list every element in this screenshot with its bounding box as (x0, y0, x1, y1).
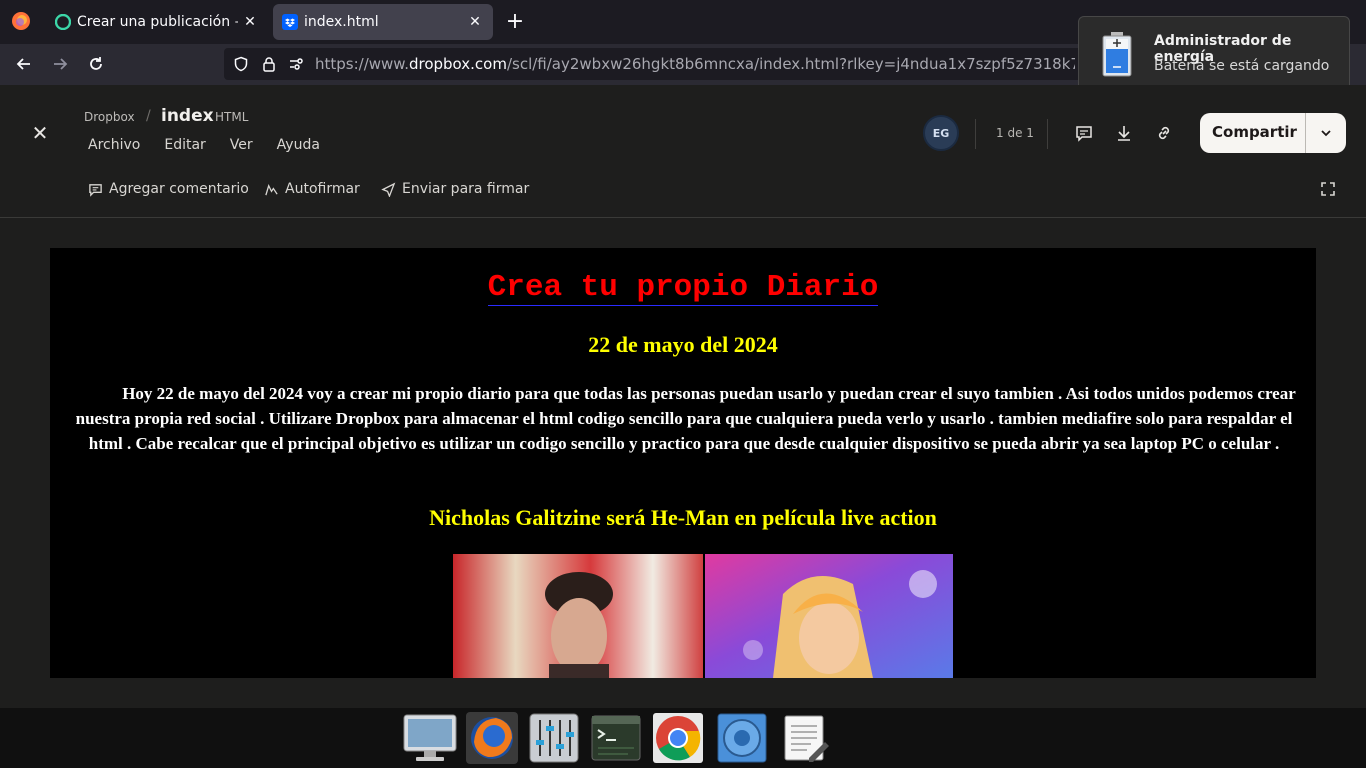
signature-icon (265, 183, 278, 195)
tab-title: index.html (304, 14, 379, 30)
close-tab-icon[interactable]: ✕ (238, 10, 262, 34)
add-comment-button[interactable]: Agregar comentario (88, 181, 249, 197)
news-image (453, 554, 953, 678)
permissions-icon[interactable] (287, 55, 305, 73)
url-domain: dropbox.com (408, 55, 507, 73)
url-path: /scl/fi/ay2wbxw26hgkt8b6mncxa/index.html… (506, 55, 1075, 73)
document-date: 22 de mayo del 2024 (588, 332, 778, 357)
avatar[interactable]: EG (923, 115, 959, 151)
power-notification[interactable]: Administrador de energía Batería se está… (1078, 16, 1350, 91)
tab-index-html[interactable]: index.html ✕ (273, 4, 493, 40)
lock-icon[interactable] (260, 55, 278, 73)
page-count: 1 de 1 (996, 126, 1034, 140)
dropbox-favicon-icon (282, 14, 298, 30)
publication-favicon-icon (54, 13, 72, 31)
close-preview-icon[interactable]: ✕ (28, 121, 52, 145)
file-name: index (161, 106, 214, 126)
document-preview-area: Crea tu propio Diario 22 de mayo del 202… (0, 218, 1366, 708)
comment-icon (89, 183, 102, 197)
notification-body: Batería se está cargando (1154, 58, 1330, 74)
back-icon[interactable] (10, 50, 38, 78)
document-page: Crea tu propio Diario 22 de mayo del 202… (50, 248, 1316, 678)
share-button[interactable]: Compartir (1212, 123, 1297, 141)
copy-link-icon[interactable] (1153, 122, 1175, 144)
document-title: Crea tu propio Diario (50, 270, 1316, 306)
reload-icon[interactable] (82, 50, 110, 78)
screen: Crear una publicación — ✕ index.html ✕ + (0, 0, 1366, 768)
fullscreen-icon[interactable] (1321, 181, 1339, 199)
url-bar[interactable]: https://www.dropbox.com/scl/fi/ay2wbxw26… (224, 48, 1084, 80)
divider (1047, 119, 1048, 149)
firefox-icon[interactable] (464, 711, 520, 765)
share-button-group: Compartir (1200, 113, 1346, 153)
tracking-protection-icon[interactable] (232, 55, 250, 73)
battery-charging-icon (1099, 31, 1135, 77)
mixer-icon[interactable] (526, 711, 582, 765)
menu-ver[interactable]: Ver (230, 137, 253, 153)
text-editor-icon[interactable] (777, 711, 833, 765)
breadcrumb-separator: / (146, 108, 151, 124)
menu-editar[interactable]: Editar (164, 137, 205, 153)
tab-crear-publicacion[interactable]: Crear una publicación — ✕ (46, 4, 268, 40)
send-icon (381, 182, 396, 197)
file-menu-bar: Archivo Editar Ver Ayuda (88, 137, 344, 153)
new-tab-button[interactable]: + (502, 10, 528, 36)
menu-archivo[interactable]: Archivo (88, 137, 140, 153)
autosign-label: Autofirmar (285, 181, 360, 197)
news-headline: Nicholas Galitzine será He-Man en pelícu… (429, 505, 937, 530)
dropbox-preview-header: ✕ Dropbox / index HTML Archivo Editar Ve… (0, 85, 1366, 218)
tab-title: Crear una publicación — (77, 14, 238, 30)
forward-icon[interactable] (46, 50, 74, 78)
chromium-icon[interactable] (714, 711, 770, 765)
download-icon[interactable] (1113, 122, 1135, 144)
terminal-icon[interactable] (588, 711, 644, 765)
breadcrumb-dropbox[interactable]: Dropbox (84, 110, 135, 124)
divider (1305, 113, 1306, 153)
dock (0, 708, 1366, 768)
file-type: HTML (215, 110, 249, 124)
document-body: Hoy 22 de mayo del 2024 voy a crear mi p… (75, 384, 1296, 453)
display-settings-icon[interactable] (402, 711, 458, 765)
close-tab-icon[interactable]: ✕ (463, 10, 487, 34)
url-text: https://www.dropbox.com/scl/fi/ay2wbxw26… (315, 55, 1075, 73)
firefox-menu-icon[interactable] (8, 8, 34, 34)
send-to-sign-button[interactable]: Enviar para firmar (381, 181, 529, 197)
divider (975, 119, 976, 149)
chevron-down-icon[interactable] (1316, 123, 1336, 143)
url-prefix: https://www. (315, 55, 409, 73)
document-title-text: Crea tu propio Diario (487, 270, 879, 306)
chrome-icon[interactable] (650, 711, 706, 765)
autosign-button[interactable]: Autofirmar (264, 181, 360, 197)
comment-icon[interactable] (1073, 122, 1095, 144)
menu-ayuda[interactable]: Ayuda (277, 137, 320, 153)
send-to-sign-label: Enviar para firmar (402, 181, 530, 197)
add-comment-label: Agregar comentario (109, 181, 249, 197)
